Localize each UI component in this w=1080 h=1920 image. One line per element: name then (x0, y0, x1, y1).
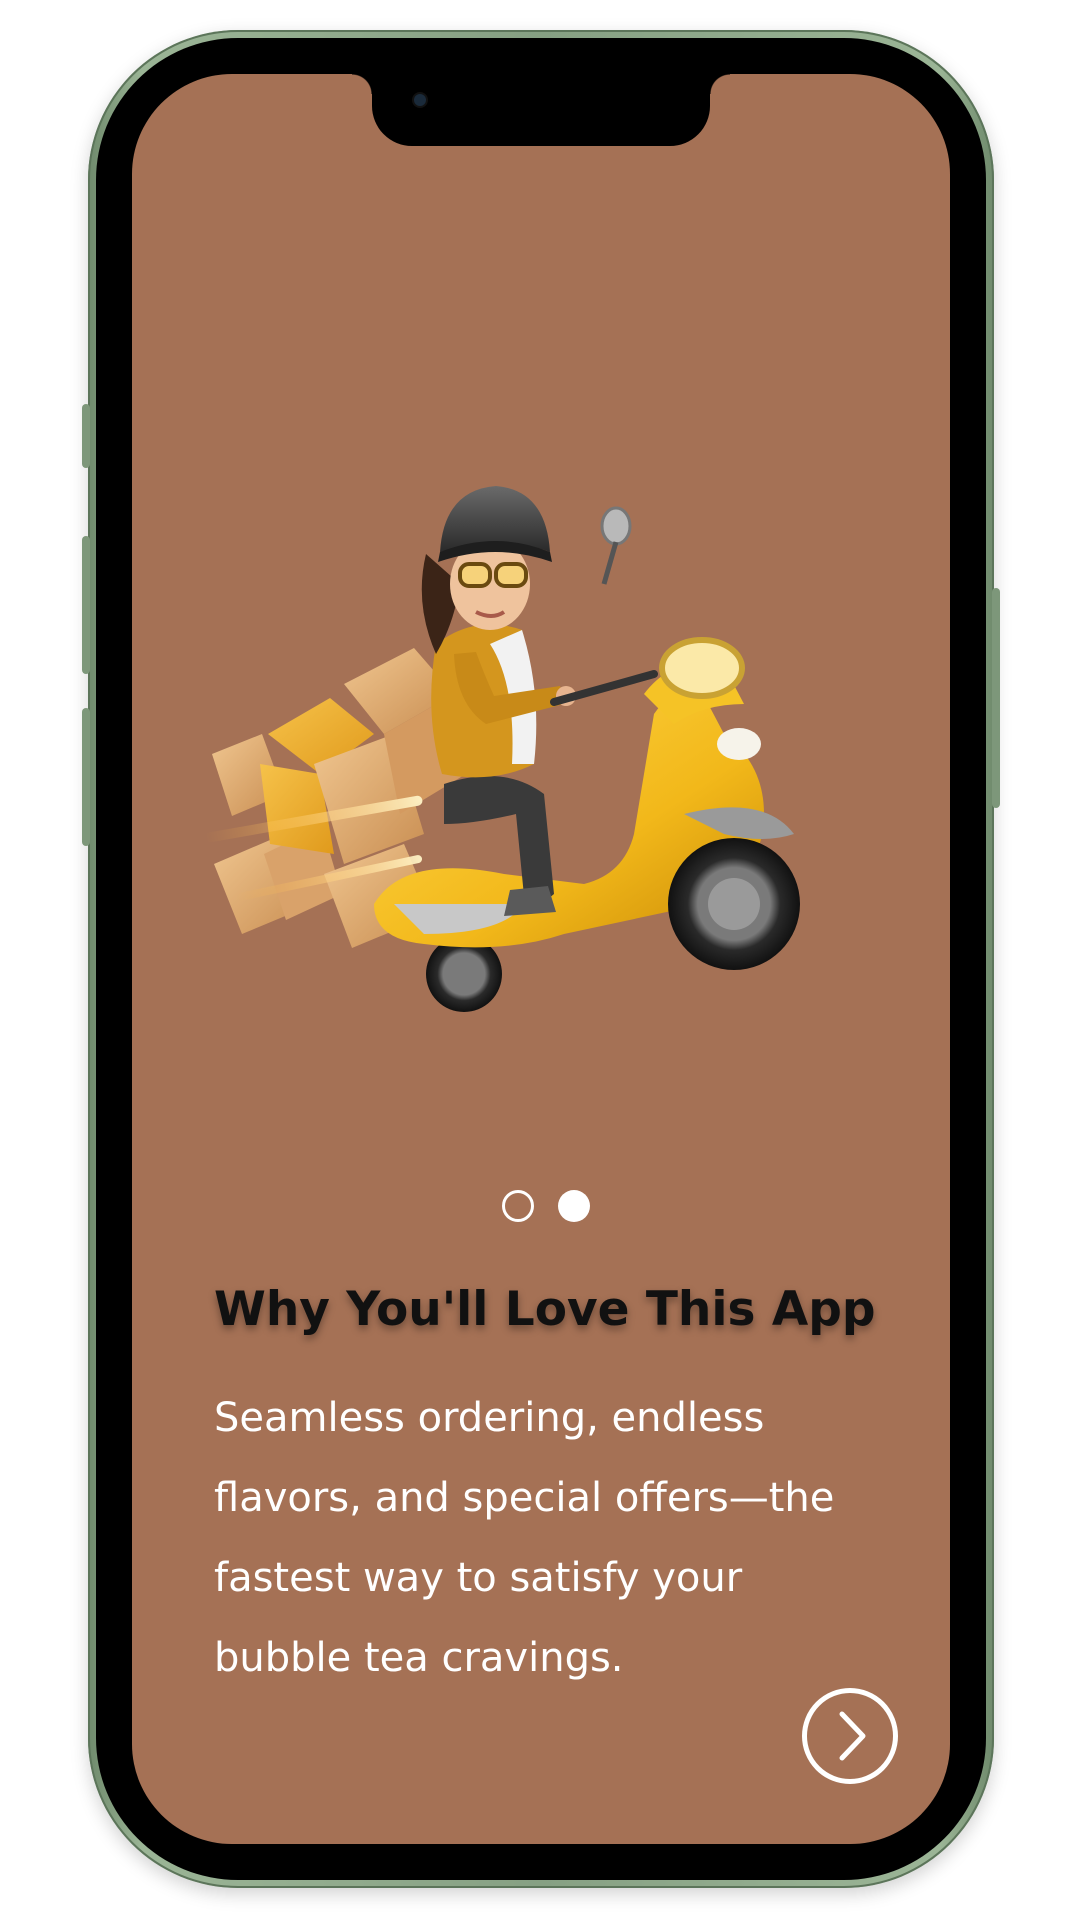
next-button[interactable] (802, 1688, 898, 1784)
onboarding-screen: Why You'll Love This App Seamless orderi… (132, 74, 950, 1844)
chevron-right-icon (839, 1711, 866, 1761)
onboarding-title: Why You'll Love This App (214, 1282, 876, 1337)
front-wheel (668, 838, 800, 970)
rider (421, 486, 658, 916)
onboarding-description: Seamless ordering, endless flavors, and … (214, 1395, 835, 1681)
volume-up-button (82, 536, 90, 674)
front-camera (414, 94, 426, 106)
delivery-scooter-illustration (205, 486, 800, 1012)
power-button (992, 588, 1000, 808)
page-indicator (502, 1186, 602, 1226)
notch (352, 74, 730, 146)
page-dot-2-active[interactable] (558, 1190, 590, 1222)
rear-wheel (426, 936, 502, 1012)
page-dot-1[interactable] (502, 1190, 534, 1222)
volume-down-button (82, 708, 90, 846)
silent-switch (82, 404, 90, 468)
